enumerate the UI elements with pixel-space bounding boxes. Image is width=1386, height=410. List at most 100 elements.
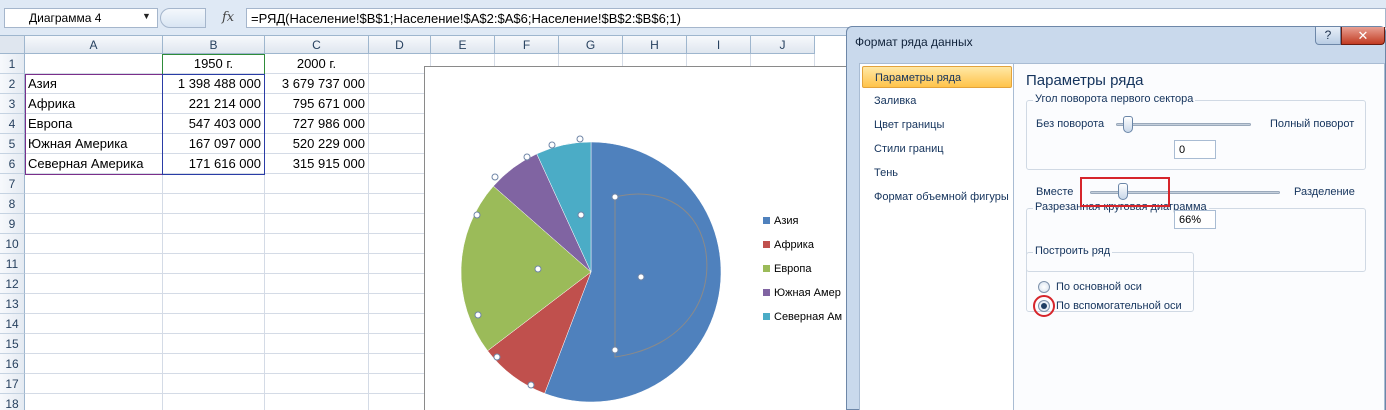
legend-label: Африка (774, 239, 814, 251)
selection-handle[interactable] (523, 153, 531, 161)
rotation-min-label: Без поворота (1036, 118, 1105, 130)
rotation-group-label: Угол поворота первого сектора (1033, 93, 1196, 105)
cell-2000[interactable]: 727 986 000 (265, 114, 368, 134)
close-button[interactable]: ✕ (1341, 27, 1385, 45)
column-header-j[interactable]: J (751, 36, 815, 54)
chevron-down-icon[interactable]: ▼ (142, 11, 151, 21)
selection-handle[interactable] (576, 135, 584, 143)
nav-item-fill[interactable]: Заливка (862, 90, 1012, 112)
rotation-value-input[interactable]: 0 (1174, 140, 1216, 159)
row-header-5[interactable]: 5 (0, 134, 25, 154)
legend-swatch (763, 313, 770, 320)
rotation-slider-thumb[interactable] (1123, 116, 1133, 133)
nav-item-series-options[interactable]: Параметры ряда (862, 66, 1012, 88)
panel-title: Параметры ряда (1026, 72, 1144, 89)
explosion-value-input[interactable]: 66% (1174, 210, 1216, 229)
name-box[interactable]: Диаграмма 4 (4, 8, 158, 28)
nav-item-shadow[interactable]: Тень (862, 162, 1012, 184)
row-header-18[interactable]: 18 (0, 394, 25, 410)
row-header-14[interactable]: 14 (0, 314, 25, 334)
column-header-h[interactable]: H (623, 36, 687, 54)
row-header-7[interactable]: 7 (0, 174, 25, 194)
secondary-axis-highlight (1033, 295, 1055, 317)
legend-label: Азия (774, 215, 799, 227)
selection-handle[interactable] (611, 193, 619, 201)
selection-handle[interactable] (491, 173, 499, 181)
fx-icon[interactable]: fx (222, 10, 234, 25)
dialog-nav: Параметры ряда Заливка Цвет границы Стил… (860, 64, 1014, 410)
selection-handle[interactable] (611, 346, 619, 354)
selection-handle[interactable] (548, 141, 556, 149)
row-header-17[interactable]: 17 (0, 374, 25, 394)
row-header-13[interactable]: 13 (0, 294, 25, 314)
cell-2000[interactable]: 520 229 000 (265, 134, 368, 154)
selection-handle[interactable] (637, 273, 645, 281)
column-gridline (368, 54, 369, 410)
nav-item-3d-format[interactable]: Формат объемной фигуры (862, 186, 1012, 208)
formula-bar-resize-handle[interactable] (160, 8, 206, 28)
dialog-body: Параметры ряда Заливка Цвет границы Стил… (859, 63, 1385, 410)
row-header-6[interactable]: 6 (0, 154, 25, 174)
row-header-11[interactable]: 11 (0, 254, 25, 274)
row-header-12[interactable]: 12 (0, 274, 25, 294)
row-header-2[interactable]: 2 (0, 74, 25, 94)
selection-handle[interactable] (474, 311, 482, 319)
explosion-min-label: Вместе (1036, 186, 1074, 198)
column-header-a[interactable]: A (25, 36, 163, 54)
rotation-slider-track[interactable] (1116, 123, 1251, 126)
legend-swatch (763, 241, 770, 248)
explosion-max-label: Разделение (1294, 186, 1355, 198)
primary-axis-radio[interactable] (1038, 281, 1050, 293)
selection-handle[interactable] (527, 381, 535, 389)
selection-handle[interactable] (577, 211, 585, 219)
row-header-10[interactable]: 10 (0, 234, 25, 254)
row-header-1[interactable]: 1 (0, 54, 25, 74)
column-header-f[interactable]: F (495, 36, 559, 54)
select-all-corner[interactable] (0, 36, 25, 54)
nav-item-border-styles[interactable]: Стили границ (862, 138, 1012, 160)
series-options-panel: Параметры ряда Угол поворота первого сек… (1020, 64, 1386, 410)
rotation-max-label: Полный поворот (1270, 118, 1355, 130)
column-header-g[interactable]: G (559, 36, 623, 54)
dialog-title: Формат ряда данных (855, 35, 973, 49)
column-header-i[interactable]: I (687, 36, 751, 54)
category-range (25, 74, 163, 175)
formula-input[interactable]: =РЯД(Население!$B$1;Население!$A$2:$A$6;… (246, 8, 1386, 28)
column-header-e[interactable]: E (431, 36, 495, 54)
row-header-3[interactable]: 3 (0, 94, 25, 114)
primary-axis-label[interactable]: По основной оси (1056, 281, 1142, 293)
column-header-d[interactable]: D (369, 36, 431, 54)
pie-chart[interactable]: Азия Африка Европа Южная Амер Северная Ам (424, 66, 850, 410)
axis-group-label: Построить ряд (1033, 245, 1113, 257)
row-header-15[interactable]: 15 (0, 334, 25, 354)
column-header-c[interactable]: C (265, 36, 369, 54)
selection-handle[interactable] (534, 265, 542, 273)
cell-c1[interactable]: 2000 г. (265, 54, 368, 74)
secondary-axis-label[interactable]: По вспомогательной оси (1056, 300, 1182, 312)
cell-2000[interactable]: 795 671 000 (265, 94, 368, 114)
legend-entry[interactable]: Северная Ам (763, 311, 842, 323)
selection-handle[interactable] (493, 353, 501, 361)
explosion-slider-highlight (1080, 177, 1170, 207)
column-header-b[interactable]: B (163, 36, 265, 54)
legend-entry[interactable]: Европа (763, 263, 812, 275)
legend-swatch (763, 289, 770, 296)
row-header-4[interactable]: 4 (0, 114, 25, 134)
series-name-range (162, 54, 265, 75)
legend-swatch (763, 265, 770, 272)
legend-entry[interactable]: Азия (763, 215, 798, 227)
help-button[interactable]: ? (1315, 27, 1341, 45)
cell-2000[interactable]: 3 679 737 000 (265, 74, 368, 94)
legend-entry[interactable]: Африка (763, 239, 814, 251)
selection-handle[interactable] (473, 211, 481, 219)
cell-2000[interactable]: 315 915 000 (265, 154, 368, 174)
legend-swatch (763, 217, 770, 224)
legend-entry[interactable]: Южная Амер (763, 287, 841, 299)
row-header-16[interactable]: 16 (0, 354, 25, 374)
row-header-8[interactable]: 8 (0, 194, 25, 214)
row-header-9[interactable]: 9 (0, 214, 25, 234)
nav-item-border-color[interactable]: Цвет границы (862, 114, 1012, 136)
format-data-series-dialog: Формат ряда данных ? ✕ Параметры ряда За… (846, 26, 1386, 410)
rotation-group: Угол поворота первого сектора (1026, 93, 1366, 170)
legend-label: Южная Амер (774, 287, 841, 299)
